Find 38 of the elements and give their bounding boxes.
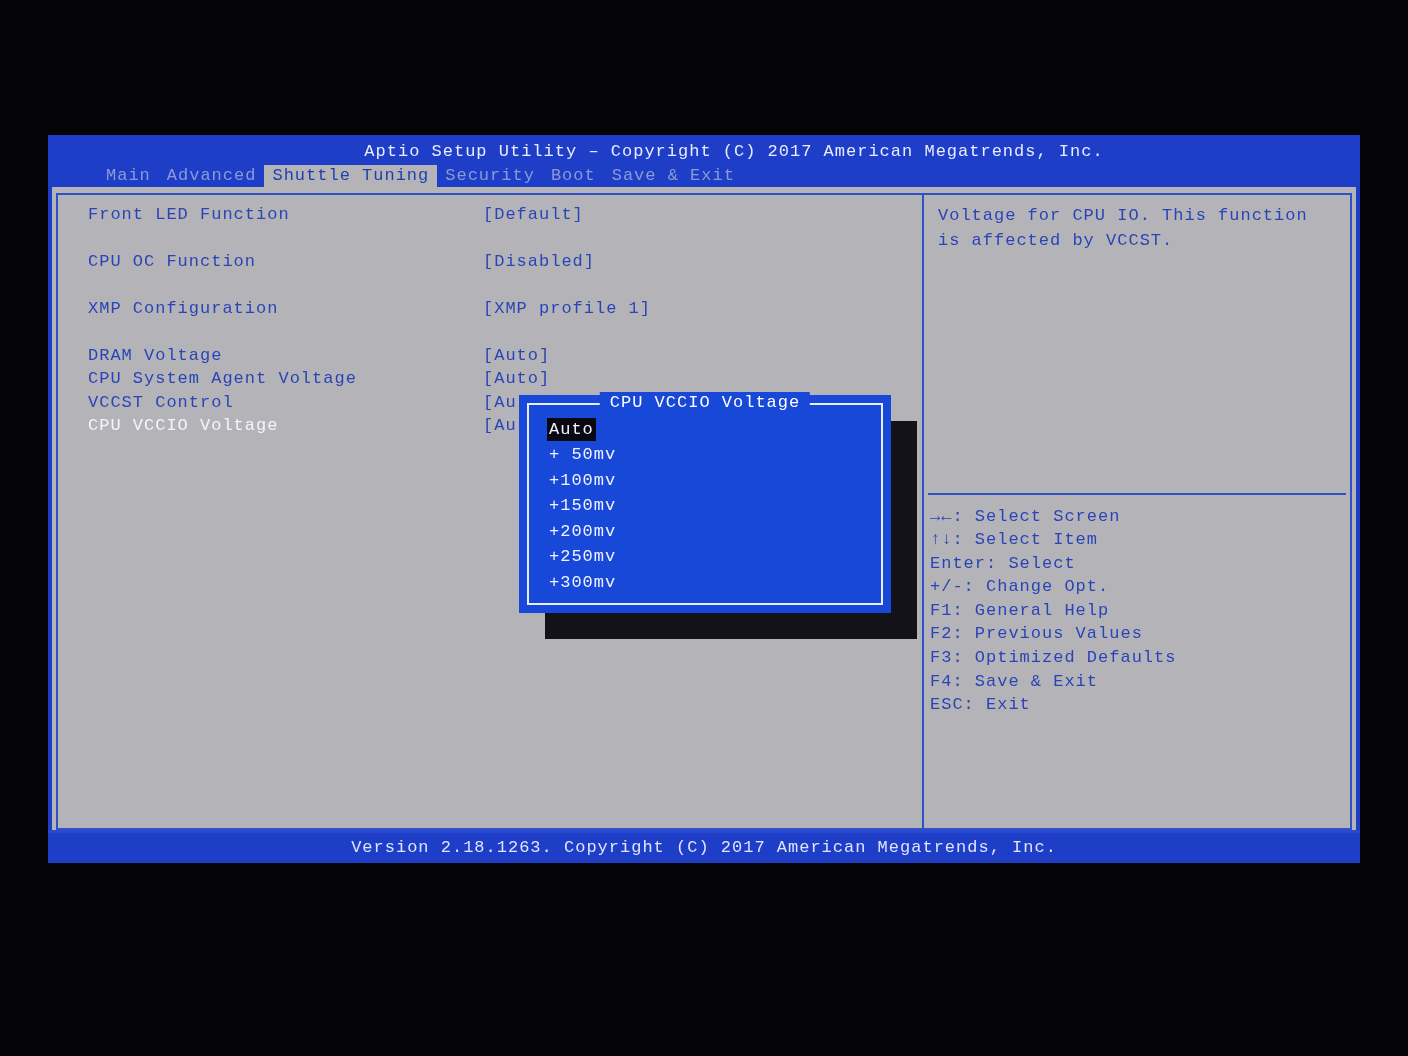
- setting-value[interactable]: [Au: [483, 414, 517, 438]
- key-hint: F4: Save & Exit: [930, 670, 1100, 693]
- setting-label[interactable]: DRAM Voltage: [88, 343, 483, 367]
- setting-value[interactable]: [Default]: [483, 202, 584, 226]
- help-text: Voltage for CPU IO. This function is affected by VCCST.: [938, 204, 1309, 252]
- menu-tab[interactable]: Save & Exit: [603, 164, 743, 187]
- key-hint: ↑↓: Select Item: [930, 529, 1100, 552]
- key-hint: Enter: Select: [930, 552, 1077, 575]
- setting-value[interactable]: [Auto]: [483, 343, 551, 367]
- setting-value[interactable]: [Auto]: [483, 367, 551, 391]
- setting-value[interactable]: [Au: [483, 390, 517, 414]
- setting-label[interactable]: CPU OC Function: [88, 249, 483, 273]
- popup-option[interactable]: +300mv: [547, 570, 619, 595]
- key-hint: F3: Optimized Defaults: [930, 647, 1178, 670]
- popup-option[interactable]: Auto: [547, 417, 596, 442]
- key-hint: F1: General Help: [930, 599, 1111, 622]
- setting-label[interactable]: VCCST Control: [88, 390, 483, 414]
- setting-label[interactable]: CPU System Agent Voltage: [88, 367, 483, 391]
- popup-option[interactable]: +100mv: [547, 468, 619, 493]
- menu-tab[interactable]: Boot: [542, 164, 604, 187]
- key-hint: ESC: Exit: [930, 694, 1032, 717]
- setting-value[interactable]: [Disabled]: [483, 249, 596, 273]
- setting-value[interactable]: [XMP profile 1]: [483, 296, 652, 320]
- version-footer: Version 2.18.1263. Copyright (C) 2017 American Megatrends, Inc.: [48, 829, 1360, 863]
- menu-tab[interactable]: Main: [98, 164, 159, 187]
- window-title: Aptio Setup Utility – Copyright (C) 2017 American Megatrends, Inc.: [363, 141, 1105, 163]
- menu-tab[interactable]: Advanced: [158, 164, 265, 187]
- key-hint: F2: Previous Values: [930, 623, 1144, 646]
- key-hint: +/-: Change Opt.: [930, 576, 1111, 599]
- popup-option[interactable]: + 50mv: [547, 443, 619, 467]
- menu-tab[interactable]: Shuttle Tuning: [264, 164, 438, 187]
- popup-option[interactable]: +200mv: [547, 519, 619, 544]
- popup-option[interactable]: +250mv: [547, 545, 619, 569]
- popup-option[interactable]: +150mv: [547, 494, 619, 518]
- setting-label[interactable]: Front LED Function: [88, 202, 483, 226]
- menu-tab[interactable]: Security: [437, 164, 543, 187]
- setting-label[interactable]: XMP Configuration: [88, 296, 483, 320]
- key-hint: →←: Select Screen: [930, 505, 1122, 528]
